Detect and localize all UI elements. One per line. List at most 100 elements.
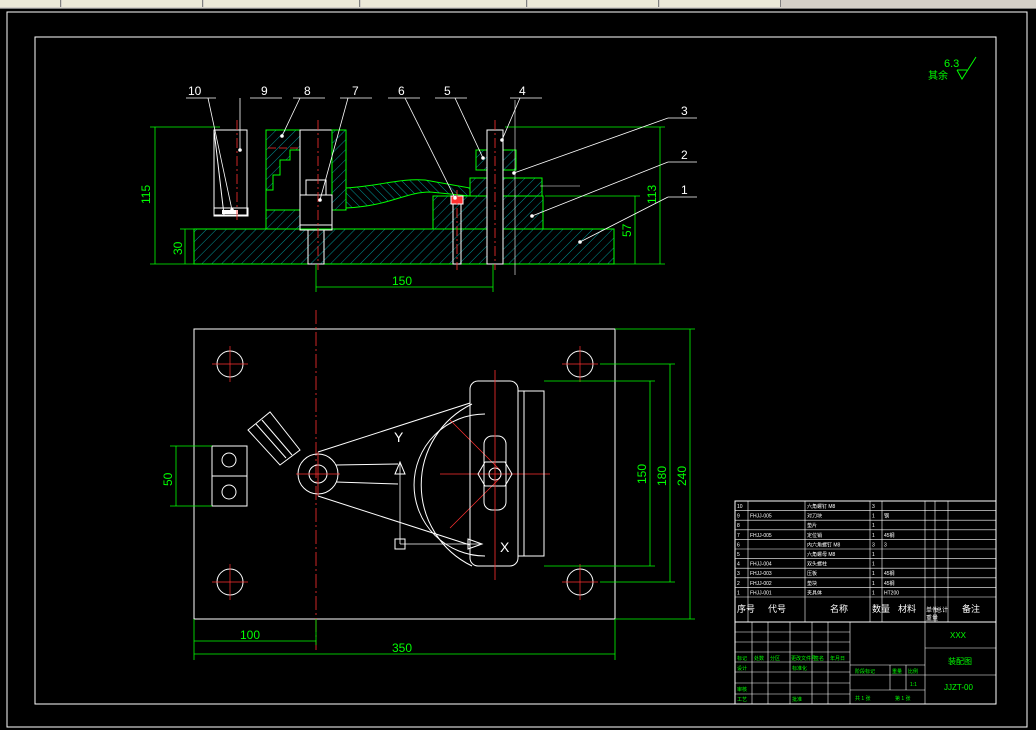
title-company: XXX (950, 631, 967, 640)
bom-cell: 压板 (807, 570, 817, 577)
bom-cell: 8 (737, 523, 740, 529)
bom-cell: 钢 (884, 513, 889, 520)
surface-finish-label: 其余 (928, 69, 948, 82)
bom-cell: 3 (872, 504, 875, 510)
bom-header: 材料 (898, 603, 916, 614)
bom-cell: 六角螺母 M8 (807, 551, 836, 558)
bom-header: 备注 (962, 603, 980, 614)
bom-cell: 夹具体 (807, 589, 822, 596)
bom-row: 1 FHJJ-001 夹具体 1 HT200 (737, 589, 899, 596)
ucs-axis-y: Y (394, 429, 404, 445)
bom-cell: 4 (737, 562, 740, 568)
bom-cell: 45钢 (884, 570, 895, 577)
bom-header-sub: 重量 (926, 614, 938, 622)
tb-sheet-total: 共 1 张 (855, 695, 871, 702)
tb-label-scale: 比例 (908, 668, 918, 675)
bom-cell: 3 (737, 571, 740, 577)
title-drawing-no: JJZT-00 (944, 683, 973, 692)
bom-table: 10 六角螺钉 M8 3 9 FHJJ-005 对刀块 1 钢 8 垫片 1 7 FHJJ-005 定位销… (734, 500, 997, 623)
bom-cell: 1 (872, 523, 875, 529)
surface-finish-value: 6.3 (944, 58, 959, 70)
tb-label-change: 更改文件号 (791, 655, 816, 662)
bom-cell: 六角螺钉 M8 (807, 503, 836, 510)
bom-cell: 6 (737, 542, 740, 548)
tb-label-weight: 重量 (892, 668, 902, 675)
bom-cell: 1 (872, 571, 875, 577)
drawing-border (34, 36, 997, 705)
bom-cell: 1 (872, 533, 875, 539)
dim-h2: 180 (655, 466, 669, 486)
bom-cell: 45钢 (884, 532, 895, 539)
dim-offset: 100 (240, 628, 260, 642)
tb-label-approve: 批准 (792, 696, 802, 703)
surface-finish-symbol: 6.3 其余 (928, 56, 977, 82)
bom-cell: 10 (737, 504, 743, 510)
balloon-2: 2 (681, 148, 688, 162)
bom-cell: FHJJ-004 (750, 562, 772, 568)
bom-cell: 内六角螺钉 M8 (807, 541, 841, 548)
bom-cell: 2 (737, 581, 740, 587)
title-drawing-name: 装配图 (948, 656, 972, 666)
bom-cell: 1 (872, 581, 875, 587)
tb-label-standard: 标准化 (792, 665, 807, 672)
balloon-7: 7 (352, 84, 359, 98)
front-view: 115 30 150 113 57 10 9 8 7 6 5 4 3 2 1 (139, 84, 697, 292)
tb-label-sign: 签名 (814, 655, 824, 662)
tb-label-count: 处数 (754, 655, 764, 662)
dim-width: 350 (392, 641, 412, 655)
bom-cell: FHJJ-005 (750, 533, 772, 539)
bom-row: 8 垫片 1 (737, 522, 875, 529)
bom-row: 9 FHJJ-005 对刀块 1 钢 (737, 513, 889, 520)
dim-overall-height: 115 (139, 185, 153, 204)
bom-header: 代号 (768, 604, 786, 614)
dim-span: 150 (392, 274, 412, 288)
bom-header: 名称 (830, 603, 848, 614)
bom-row: 2 FHJJ-002 垫块 1 45钢 (737, 580, 895, 587)
dim-h3: 240 (675, 466, 689, 486)
bom-cell: 3 (884, 542, 887, 548)
toolbar-tab[interactable] (528, 0, 659, 7)
dim-base-height: 30 (171, 241, 185, 255)
bom-row: 7 FHJJ-005 定位销 1 45钢 (737, 532, 895, 539)
bom-cell: 1 (737, 590, 740, 596)
bom-cell: 9 (737, 514, 740, 520)
bom-cell: 垫块 (807, 580, 817, 587)
balloon-8: 8 (304, 84, 311, 98)
balloon-9: 9 (261, 84, 268, 98)
bom-cell: 1 (872, 590, 875, 596)
balloon-10: 10 (188, 84, 202, 98)
dim-h1: 150 (635, 464, 649, 484)
tb-scale: 1:1 (910, 682, 917, 688)
balloon-6: 6 (398, 84, 405, 98)
bom-cell: HT200 (884, 590, 899, 596)
tb-label-review: 审核 (737, 686, 747, 693)
bom-row: 6 内六角螺钉 M8 3 3 (737, 541, 887, 548)
tb-label-mark: 标记 (737, 655, 747, 662)
tb-label-stage: 阶段标记 (855, 668, 875, 675)
bom-cell: 垫片 (807, 522, 817, 529)
bom-cell: 定位销 (807, 532, 822, 539)
bom-cell: FHJJ-003 (750, 571, 772, 577)
balloon-5: 5 (444, 84, 451, 98)
bom-row: 5 六角螺母 M8 1 (737, 551, 875, 558)
ucs-axis-x: X (500, 539, 510, 555)
bom-cell: 7 (737, 533, 740, 539)
toolbar-tab[interactable] (0, 0, 61, 7)
tb-sheet-no: 第 1 张 (895, 695, 911, 702)
toolbar-tab[interactable] (204, 0, 360, 7)
bom-cell: FHJJ-005 (750, 514, 772, 520)
balloon-3: 3 (681, 104, 688, 118)
bom-row: 3 FHJJ-003 压板 1 45钢 (737, 570, 895, 577)
dim-right-height: 113 (645, 185, 659, 204)
bom-cell: 对刀块 (807, 513, 822, 520)
bom-cell: 1 (872, 514, 875, 520)
app-toolbar-strip (0, 0, 1036, 9)
tb-label-zone: 分区 (770, 655, 780, 662)
tb-label-process: 工艺 (737, 697, 747, 703)
tb-label-date: 年月日 (830, 655, 845, 662)
toolbar-tab[interactable] (660, 0, 781, 7)
bom-header: 总计 (936, 606, 948, 614)
cad-drawing-canvas[interactable]: 6.3 其余 115 30 150 113 57 10 9 8 7 6 5 4 … (0, 9, 1036, 730)
toolbar-tab[interactable] (361, 0, 527, 7)
toolbar-tab[interactable] (62, 0, 203, 7)
